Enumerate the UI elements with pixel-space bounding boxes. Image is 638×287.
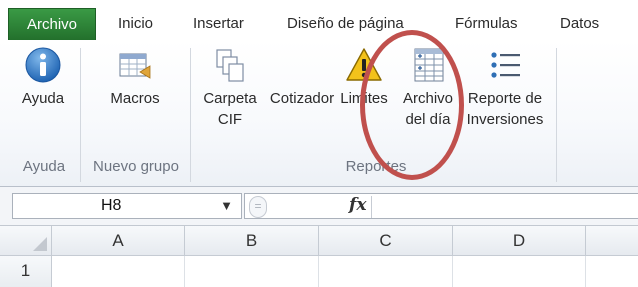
group-label-reportes: Reportes [345, 158, 407, 175]
limites-label: Limites [340, 90, 388, 107]
tab-diseno-de-pagina[interactable]: Diseño de página [287, 9, 404, 39]
group-label-nuevo-grupo: Nuevo grupo [93, 158, 179, 175]
column-header-b[interactable]: B [185, 226, 319, 256]
formula-bar: H8 ▼ = fx [0, 187, 638, 226]
insert-function-icon[interactable]: fx [349, 195, 366, 215]
column-header-e[interactable] [586, 226, 638, 256]
name-box[interactable]: H8 ▼ [12, 193, 242, 219]
group-separator [556, 48, 557, 182]
tab-insertar[interactable]: Insertar [193, 9, 244, 39]
cell-a1[interactable] [52, 256, 185, 287]
cotizador-label: Cotizador [269, 90, 335, 107]
limites-button[interactable]: Limites [336, 46, 392, 109]
column-header-d[interactable]: D [453, 226, 586, 256]
macros-button[interactable]: Macros [103, 46, 167, 109]
archivo-label-line1: Archivo [402, 90, 454, 107]
cell-e1[interactable] [586, 256, 638, 287]
chevron-down-icon[interactable]: ▼ [220, 198, 233, 213]
reporte-label-line1: Reporte de [467, 90, 543, 107]
reporte-label-line2: Inversiones [466, 111, 544, 128]
tab-archivo[interactable]: Archivo [8, 8, 96, 40]
ayuda-label: Ayuda [21, 90, 65, 107]
reporte-inversiones-button[interactable]: Reporte de Inversiones [461, 46, 549, 130]
list-icon [491, 52, 520, 78]
group-label-ayuda: Ayuda [22, 158, 66, 175]
carpeta-label-line1: Carpeta [203, 90, 257, 107]
group-separator [80, 48, 81, 182]
macros-label: Macros [110, 90, 160, 107]
cotizador-button[interactable]: Cotizador [267, 46, 337, 109]
tab-datos[interactable]: Datos [560, 9, 599, 39]
select-all-icon [33, 237, 47, 251]
cotizador-icon [267, 46, 337, 84]
folder-copy-icon [216, 49, 244, 82]
select-all-corner[interactable] [0, 226, 52, 256]
name-box-value: H8 [101, 197, 122, 214]
table-icon [414, 48, 444, 82]
resize-handle-icon[interactable]: = [249, 196, 267, 218]
cell-c1[interactable] [319, 256, 453, 287]
archivo-del-dia-button[interactable]: Archivo del día [396, 46, 460, 130]
cell-b1[interactable] [185, 256, 319, 287]
ribbon: Ayuda Macros Carpeta CIF Cotizador Limit… [0, 40, 638, 187]
tab-formulas[interactable]: Fórmulas [455, 9, 518, 39]
warning-icon [346, 48, 382, 81]
group-separator [190, 48, 191, 182]
formula-input[interactable]: = fx [244, 193, 638, 219]
ribbon-tab-bar: Archivo Inicio Insertar Diseño de página… [0, 0, 638, 41]
formula-divider [371, 196, 372, 218]
row-header-1[interactable]: 1 [0, 256, 52, 287]
macros-icon [119, 53, 151, 79]
carpeta-label-line2: CIF [217, 111, 243, 128]
column-header-c[interactable]: C [319, 226, 453, 256]
column-header-a[interactable]: A [52, 226, 185, 256]
tab-inicio[interactable]: Inicio [118, 9, 153, 39]
cell-d1[interactable] [453, 256, 586, 287]
info-icon [25, 47, 61, 83]
archivo-label-line2: del día [405, 111, 451, 128]
carpeta-cif-button[interactable]: Carpeta CIF [199, 46, 261, 130]
ayuda-button[interactable]: Ayuda [14, 46, 72, 109]
worksheet-grid: A B C D 1 [0, 226, 638, 287]
